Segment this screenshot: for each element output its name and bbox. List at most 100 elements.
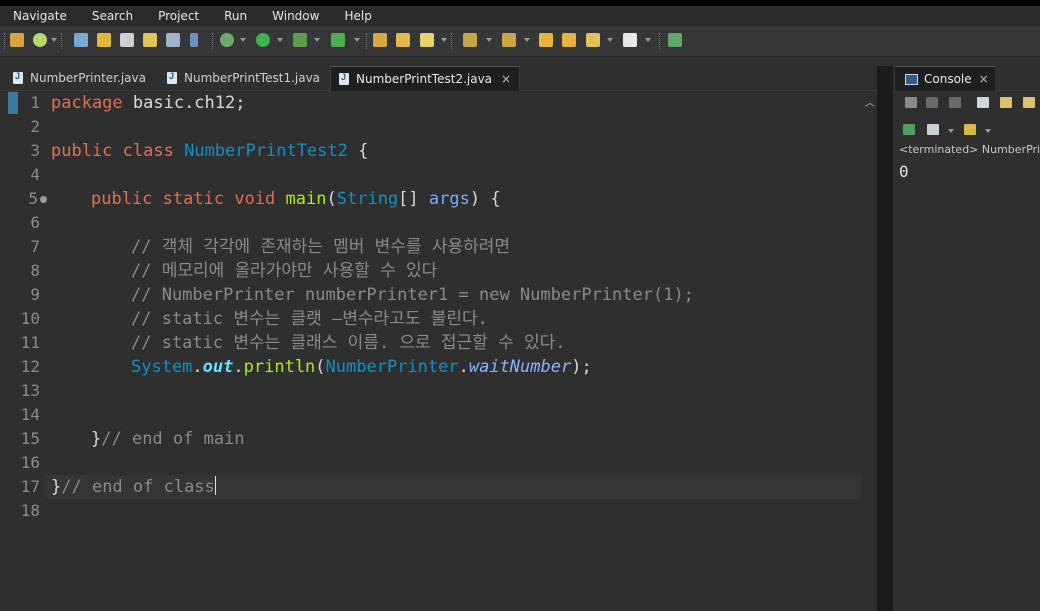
back-icon[interactable] bbox=[586, 33, 600, 47]
prev-annotation-icon[interactable] bbox=[502, 33, 516, 47]
run-icon[interactable] bbox=[256, 33, 270, 47]
console-toolbar-secondary bbox=[893, 117, 1040, 141]
class-name: String bbox=[336, 189, 399, 209]
chevron-up-icon[interactable]: ︿ bbox=[865, 94, 875, 109]
coverage-icon[interactable] bbox=[331, 33, 345, 47]
chevron-down-icon[interactable] bbox=[240, 38, 246, 42]
code-line[interactable]: public class NumberPrintTest2 { bbox=[51, 139, 368, 163]
display-console-icon[interactable] bbox=[927, 124, 939, 135]
chevron-down-icon[interactable] bbox=[645, 38, 651, 42]
pen-icon[interactable] bbox=[420, 33, 434, 47]
menubar: Navigate Search Project Run Window Help bbox=[0, 6, 1040, 26]
keyword: public bbox=[51, 141, 113, 161]
tab-numberprinttest2[interactable]: NumberPrintTest2.java × bbox=[330, 66, 521, 91]
code-line[interactable]: // static 변수는 클래스 이름. 으로 접근할 수 있다. bbox=[131, 331, 565, 355]
close-icon[interactable]: × bbox=[979, 72, 989, 86]
comment: // static 변수는 클랫 —변수라고도 불린다. bbox=[131, 309, 488, 329]
terminate-icon[interactable] bbox=[905, 97, 917, 108]
tab-numberprinter[interactable]: NumberPrinter.java bbox=[13, 66, 146, 90]
pin-console-icon[interactable] bbox=[903, 124, 915, 135]
console-tab-bar: Console × bbox=[893, 66, 1040, 91]
remove-launch-icon[interactable] bbox=[926, 97, 938, 108]
debug-history-icon[interactable] bbox=[74, 33, 88, 47]
menu-navigate[interactable]: Navigate bbox=[0, 6, 79, 26]
chevron-down-icon[interactable] bbox=[486, 38, 492, 42]
line-number: 13 bbox=[20, 381, 40, 400]
tab-numberprinttest1[interactable]: NumberPrintTest1.java bbox=[167, 66, 320, 90]
comment: // NumberPrinter numberPrinter1 = new Nu… bbox=[131, 285, 694, 305]
debug-icon[interactable] bbox=[293, 33, 307, 47]
sync-icon[interactable] bbox=[668, 33, 682, 47]
forward-icon[interactable] bbox=[562, 33, 576, 47]
code-line[interactable]: System.out.println(NumberPrinter.waitNum… bbox=[131, 355, 592, 379]
new-folder-icon[interactable] bbox=[143, 33, 157, 47]
line-number: 15 bbox=[20, 429, 40, 448]
chevron-down-icon[interactable] bbox=[524, 38, 530, 42]
line-number: 3 bbox=[30, 141, 40, 160]
paragraph-icon[interactable] bbox=[190, 33, 198, 47]
comment: // end of class bbox=[61, 477, 215, 497]
line-number: 8 bbox=[30, 261, 40, 280]
menu-help[interactable]: Help bbox=[331, 6, 383, 26]
code-text: . bbox=[458, 357, 469, 377]
toggle-icon[interactable] bbox=[120, 33, 134, 47]
open-task-icon[interactable] bbox=[373, 33, 387, 47]
keyword: class bbox=[122, 141, 174, 161]
remove-all-icon[interactable] bbox=[949, 97, 961, 108]
chevron-down-icon[interactable] bbox=[314, 38, 320, 42]
back-icon[interactable] bbox=[539, 33, 553, 47]
code-line[interactable]: public static void main(String[] args) { bbox=[91, 187, 501, 211]
toolbar-separator bbox=[61, 33, 63, 49]
close-icon[interactable]: × bbox=[501, 72, 511, 86]
panel-splitter[interactable] bbox=[877, 66, 893, 611]
tab-label: NumberPrinter.java bbox=[30, 71, 146, 85]
new-icon[interactable] bbox=[10, 33, 24, 47]
terminal-icon[interactable] bbox=[166, 33, 180, 47]
toolbar-gap bbox=[0, 57, 1040, 65]
toolbar-separator bbox=[4, 33, 6, 49]
code-text: ( bbox=[315, 357, 326, 377]
code-line[interactable]: // 메모리에 올라가야만 사용할 수 있다 bbox=[131, 259, 437, 283]
menu-window[interactable]: Window bbox=[259, 6, 331, 26]
chevron-down-icon[interactable] bbox=[277, 38, 283, 42]
code-text: . bbox=[233, 357, 244, 377]
code-line[interactable]: }// end of main bbox=[91, 427, 245, 451]
chevron-down-icon[interactable] bbox=[985, 129, 991, 133]
scroll-lock-icon[interactable] bbox=[1000, 97, 1012, 108]
next-annotation-icon[interactable] bbox=[463, 33, 477, 47]
comment: // 객체 각각에 존재하는 멤버 변수를 사용하려면 bbox=[131, 237, 511, 257]
edit-icon[interactable] bbox=[97, 33, 111, 47]
chevron-down-icon[interactable] bbox=[607, 38, 613, 42]
gear-icon[interactable] bbox=[33, 33, 47, 47]
fold-toggle-icon[interactable] bbox=[40, 196, 47, 203]
chevron-down-icon[interactable] bbox=[354, 38, 360, 42]
code-line[interactable]: }// end of class bbox=[51, 475, 216, 499]
line-number: 1 bbox=[30, 93, 40, 112]
skip-icon[interactable] bbox=[220, 33, 234, 47]
open-console-icon[interactable] bbox=[964, 124, 976, 135]
chevron-down-icon[interactable] bbox=[948, 129, 954, 133]
comment: // 메모리에 올라가야만 사용할 수 있다 bbox=[131, 261, 438, 281]
word-wrap-icon[interactable] bbox=[1023, 97, 1035, 108]
menu-search[interactable]: Search bbox=[79, 6, 145, 26]
console-output-area[interactable] bbox=[893, 158, 1040, 611]
open-folder-icon[interactable] bbox=[396, 33, 410, 47]
chevron-down-icon[interactable] bbox=[51, 38, 57, 42]
keyword: void bbox=[234, 189, 276, 209]
tab-console[interactable]: Console × bbox=[895, 66, 995, 91]
console-toolbar bbox=[893, 91, 1040, 115]
menu-project[interactable]: Project bbox=[145, 6, 211, 26]
code-line[interactable]: // NumberPrinter numberPrinter1 = new Nu… bbox=[131, 283, 694, 307]
menu-run[interactable]: Run bbox=[211, 6, 259, 26]
code-line[interactable]: // 객체 각각에 존재하는 멤버 변수를 사용하려면 bbox=[131, 235, 510, 259]
code-line[interactable]: // static 변수는 클랫 —변수라고도 불린다. bbox=[131, 307, 488, 331]
clear-console-icon[interactable] bbox=[977, 97, 989, 108]
line-number: 9 bbox=[30, 285, 40, 304]
forward-icon[interactable] bbox=[623, 33, 637, 47]
class-name: NumberPrintTest2 bbox=[184, 141, 348, 161]
class-name: NumberPrinter bbox=[325, 357, 459, 377]
chevron-down-icon[interactable] bbox=[441, 38, 447, 42]
line-number: 18 bbox=[20, 501, 40, 520]
editor-scrollbar[interactable] bbox=[861, 91, 877, 611]
code-line[interactable]: package basic.ch12; bbox=[51, 91, 245, 115]
